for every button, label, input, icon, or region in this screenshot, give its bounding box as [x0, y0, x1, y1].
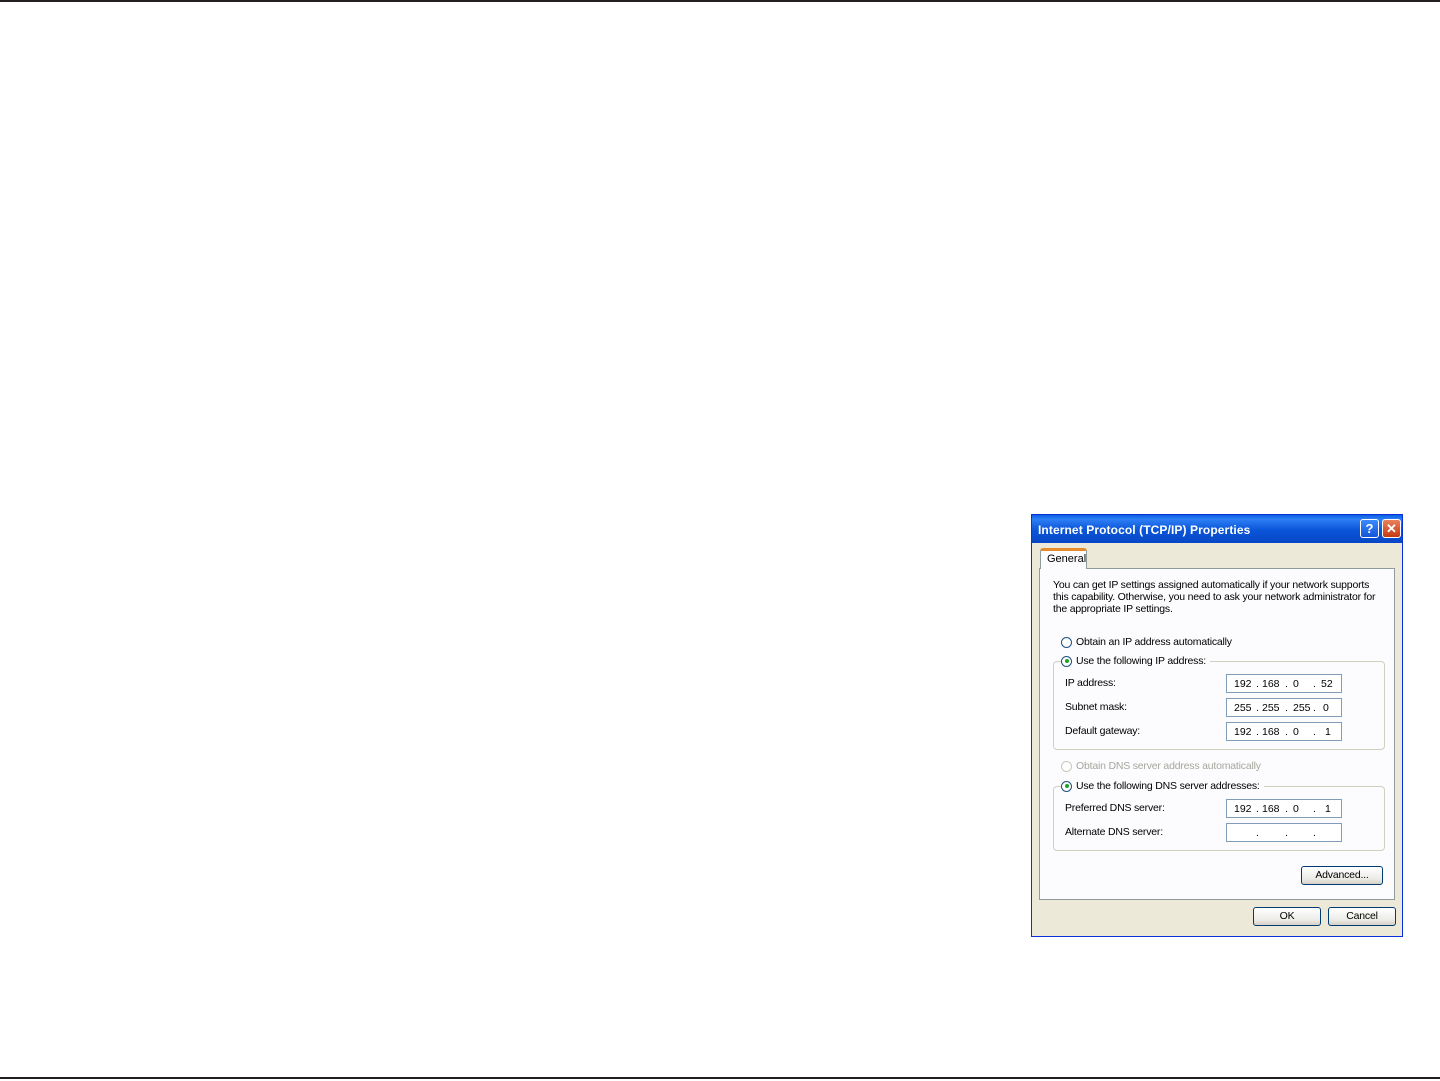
subnet-mask-input[interactable]: 255 . 255 . 255 . 0 — [1226, 698, 1342, 717]
ip-dot: . — [1313, 803, 1316, 815]
ip-dot: . — [1313, 702, 1316, 714]
advanced-button[interactable]: Advanced... — [1301, 866, 1383, 885]
ip-octet-3: 255 — [1293, 702, 1311, 714]
ip-octet-4: 1 — [1325, 726, 1331, 738]
radio-use-following-ip[interactable]: Use the following IP address: — [1061, 655, 1210, 667]
ip-dot: . — [1313, 827, 1316, 839]
ip-octet-1: 255 — [1234, 702, 1252, 714]
tcpip-properties-dialog: Internet Protocol (TCP/IP) Properties ? … — [1031, 514, 1403, 937]
help-button[interactable]: ? — [1360, 519, 1379, 538]
default-gateway-label: Default gateway: — [1065, 725, 1141, 737]
subnet-mask-label: Subnet mask: — [1065, 701, 1127, 713]
ip-dot: . — [1285, 678, 1288, 690]
preferred-dns-input[interactable]: 192 . 168 . 0 . 1 — [1226, 799, 1342, 818]
description-text: You can get IP settings assigned automat… — [1053, 579, 1383, 615]
ip-dot: . — [1256, 678, 1259, 690]
page-bottom-rule — [0, 1077, 1440, 1079]
ip-octet-4: 1 — [1325, 803, 1331, 815]
radio-button-selected-icon — [1061, 655, 1072, 667]
ip-dot: . — [1285, 702, 1288, 714]
ip-address-input[interactable]: 192 . 168 . 0 . 52 — [1226, 674, 1342, 693]
help-icon: ? — [1365, 521, 1374, 536]
default-gateway-input[interactable]: 192 . 168 . 0 . 1 — [1226, 722, 1342, 741]
radio-label: Obtain DNS server address automatically — [1076, 760, 1261, 772]
ip-octet-1: 192 — [1234, 803, 1252, 815]
radio-label: Obtain an IP address automatically — [1076, 636, 1232, 648]
radio-label: Use the following IP address: — [1076, 655, 1206, 667]
radio-button-icon — [1061, 760, 1072, 772]
ip-octet-4: 52 — [1321, 678, 1333, 690]
ip-octet-2: 168 — [1262, 726, 1280, 738]
ip-octet-3: 0 — [1293, 803, 1299, 815]
title-bar[interactable]: Internet Protocol (TCP/IP) Properties ? … — [1032, 515, 1402, 543]
alternate-dns-label: Alternate DNS server: — [1065, 826, 1163, 838]
tab-general[interactable]: General — [1040, 548, 1087, 569]
ip-dot: . — [1256, 827, 1259, 839]
description-line: this capability. Otherwise, you need to … — [1053, 591, 1376, 603]
ip-address-label: IP address: — [1065, 677, 1116, 689]
ip-octet-3: 0 — [1293, 726, 1299, 738]
radio-obtain-ip-auto[interactable]: Obtain an IP address automatically — [1061, 636, 1232, 648]
radio-button-selected-icon — [1061, 780, 1072, 792]
ip-dot: . — [1285, 726, 1288, 738]
close-button[interactable]: ✕ — [1382, 519, 1401, 538]
ip-octet-4: 0 — [1323, 702, 1329, 714]
ip-dot: . — [1285, 803, 1288, 815]
radio-use-following-dns[interactable]: Use the following DNS server addresses: — [1061, 780, 1264, 792]
description-line: the appropriate IP settings. — [1053, 603, 1173, 615]
ip-dot: . — [1256, 803, 1259, 815]
ip-dot: . — [1313, 678, 1316, 690]
ip-dot: . — [1256, 702, 1259, 714]
ip-octet-3: 0 — [1293, 678, 1299, 690]
cancel-button[interactable]: Cancel — [1328, 907, 1396, 926]
ip-dot: . — [1313, 726, 1316, 738]
alternate-dns-input[interactable]: . . . — [1226, 823, 1342, 842]
ip-octet-2: 255 — [1262, 702, 1280, 714]
radio-obtain-dns-auto[interactable]: Obtain DNS server address automatically — [1061, 760, 1261, 772]
ip-octet-2: 168 — [1262, 678, 1280, 690]
close-icon: ✕ — [1386, 521, 1397, 536]
ip-dot: . — [1285, 827, 1288, 839]
ip-dot: . — [1256, 726, 1259, 738]
radio-button-icon — [1061, 636, 1072, 648]
page-top-rule — [0, 0, 1440, 2]
tab-general-label: General — [1047, 553, 1087, 565]
radio-label: Use the following DNS server addresses: — [1076, 780, 1260, 792]
ip-octet-1: 192 — [1234, 726, 1252, 738]
ip-octet-1: 192 — [1234, 678, 1252, 690]
description-line: You can get IP settings assigned automat… — [1053, 579, 1370, 591]
dialog-title: Internet Protocol (TCP/IP) Properties — [1038, 523, 1251, 537]
ip-octet-2: 168 — [1262, 803, 1280, 815]
ok-button[interactable]: OK — [1253, 907, 1321, 926]
preferred-dns-label: Preferred DNS server: — [1065, 802, 1165, 814]
